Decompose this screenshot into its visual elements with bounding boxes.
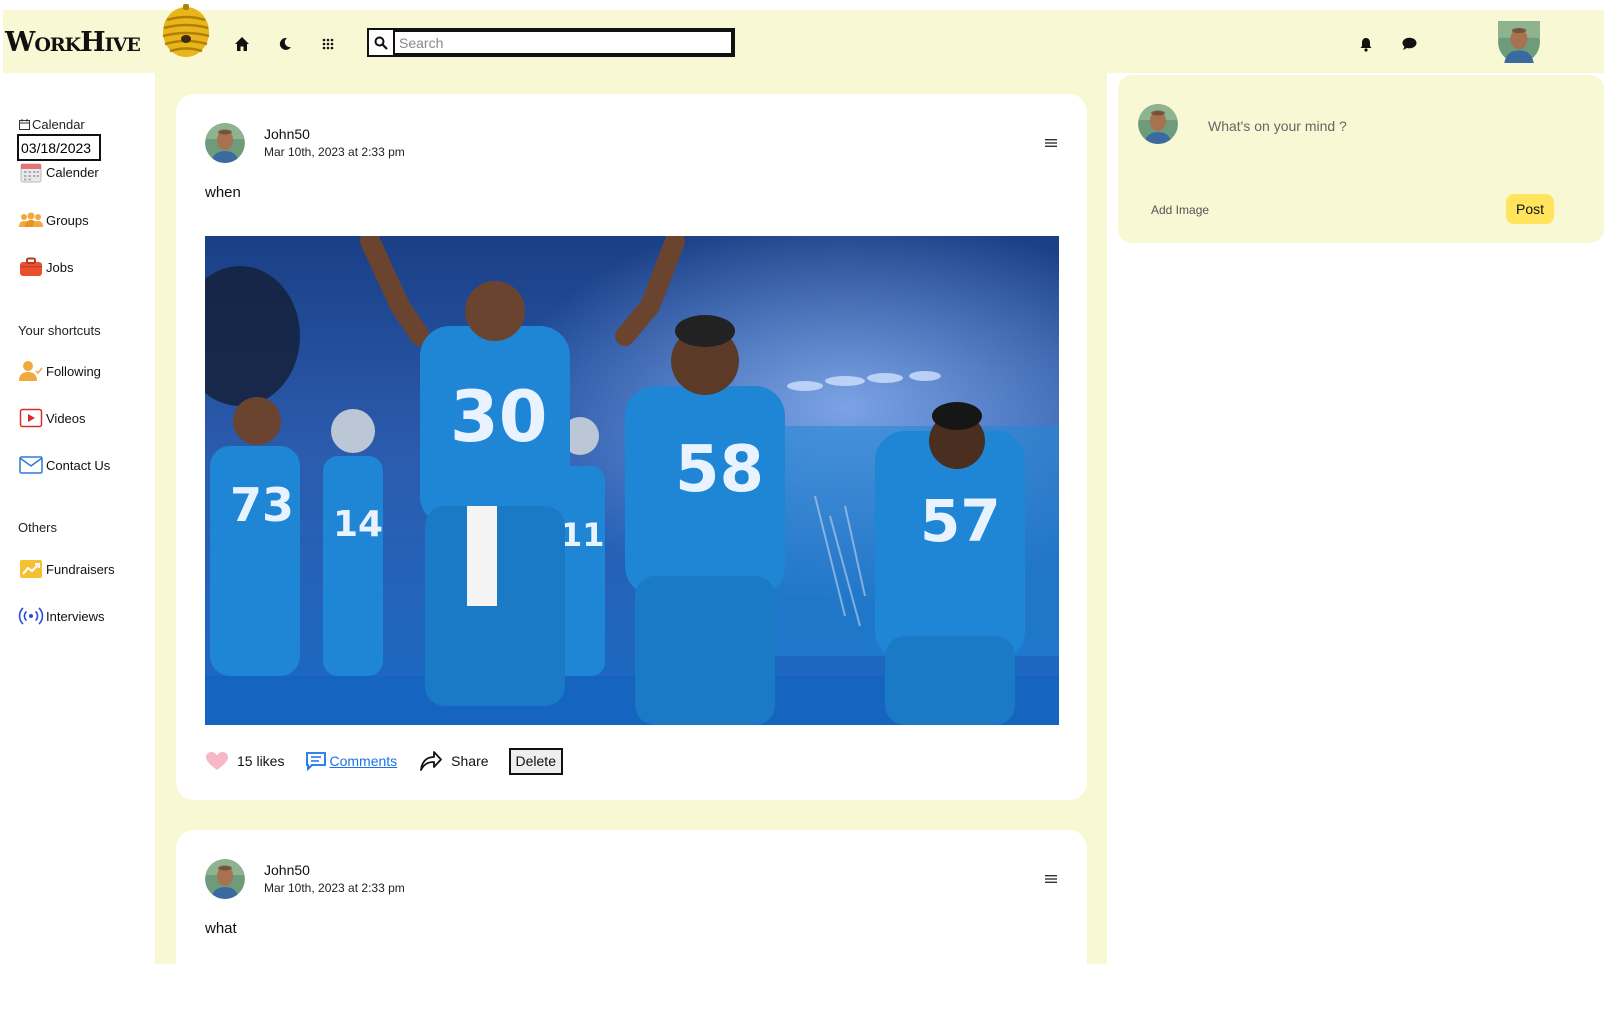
sidebar-item-interviews[interactable]: Interviews (18, 605, 105, 627)
post-text: what (205, 920, 237, 937)
post-author-name[interactable]: John50 (264, 862, 310, 878)
jersey-number-11: 11 (560, 516, 605, 554)
trend-icon (18, 558, 44, 580)
shortcuts-heading: Your shortcuts (18, 323, 101, 338)
post-card: John50 Mar 10th, 2023 at 2:33 pm when 73… (176, 94, 1087, 800)
sidebar-item-label: Following (46, 363, 101, 379)
calendar-label-text: Calendar (32, 117, 85, 132)
sidebar-item-groups[interactable]: Groups (18, 209, 89, 231)
sidebar-item-label: Interviews (46, 608, 105, 624)
small-calendar-icon (19, 119, 30, 130)
groups-icon (18, 209, 44, 231)
jersey-number-14: 14 (333, 504, 383, 545)
briefcase-icon (18, 256, 44, 278)
share-arrow-icon (420, 751, 443, 771)
notifications-bell-icon[interactable] (1356, 34, 1376, 54)
others-heading: Others (18, 520, 58, 535)
football-team-photo: 73 14 11 30 58 57 (205, 236, 1059, 725)
profile-avatar[interactable] (1498, 21, 1540, 63)
add-image-button[interactable]: Add Image (1151, 203, 1209, 217)
comment-icon (306, 752, 327, 771)
date-field[interactable] (17, 134, 101, 161)
post-actions-bar: 15 likes Comments Share Delete (205, 746, 563, 776)
comments-label: Comments (329, 753, 398, 769)
post-author-avatar[interactable] (205, 123, 245, 163)
whats-on-your-mind-input[interactable] (1206, 113, 1570, 139)
sidebar-item-label: Contact Us (46, 457, 111, 473)
sidebar-item-label: Groups (46, 212, 89, 228)
post-image[interactable]: 73 14 11 30 58 57 (205, 236, 1059, 725)
search-input[interactable] (393, 30, 733, 55)
share-label: Share (451, 753, 489, 769)
likes-count: 15 likes (237, 753, 285, 769)
calendar-label: Calendar (19, 117, 85, 132)
composer-avatar (1138, 104, 1178, 144)
beehive-icon (162, 4, 210, 57)
home-icon[interactable] (232, 34, 252, 54)
top-navigation-bar: WorkHive (3, 4, 1604, 73)
jersey-number-58: 58 (675, 433, 764, 507)
search-icon[interactable] (369, 30, 393, 55)
sidebar-item-label: Jobs (46, 259, 74, 275)
heart-icon (206, 752, 228, 770)
post-menu-icon[interactable] (1044, 872, 1058, 886)
app-logo[interactable]: WorkHive (5, 22, 141, 62)
post-timestamp: Mar 10th, 2023 at 2:33 pm (264, 145, 405, 159)
sidebar-item-contact-us[interactable]: Contact Us (18, 454, 110, 476)
sidebar-item-calender[interactable]: Calender (18, 161, 99, 183)
post-author-name[interactable]: John50 (264, 126, 310, 142)
jersey-number-73: 73 (230, 478, 294, 532)
post-composer: Add Image Post (1118, 75, 1604, 243)
dark-mode-icon[interactable] (275, 34, 295, 54)
sidebar-item-fundraisers[interactable]: Fundraisers (18, 558, 115, 580)
following-icon (18, 360, 44, 382)
sidebar-item-following[interactable]: Following (18, 360, 101, 382)
post-text: when (205, 184, 241, 201)
jersey-number-57: 57 (920, 487, 1001, 555)
post-menu-icon[interactable] (1044, 136, 1058, 150)
apps-grid-icon[interactable] (318, 34, 338, 54)
feed-column: John50 Mar 10th, 2023 at 2:33 pm when 73… (155, 73, 1107, 1030)
comments-link[interactable]: Comments (305, 751, 397, 771)
messages-chat-icon[interactable] (1399, 34, 1419, 54)
calendar-icon (18, 161, 44, 183)
post-author-avatar[interactable] (205, 859, 245, 899)
app-logo-text: WorkHive (5, 26, 141, 58)
delete-post-button[interactable]: Delete (508, 747, 563, 775)
share-button[interactable]: Share (419, 750, 489, 772)
broadcast-icon (18, 605, 44, 627)
sidebar-item-label: Calender (46, 164, 99, 180)
post-button[interactable]: Post (1506, 194, 1554, 224)
sidebar-item-videos[interactable]: Videos (18, 407, 86, 429)
post-card: John50 Mar 10th, 2023 at 2:33 pm what (176, 830, 1087, 1030)
like-button[interactable]: 15 likes (205, 751, 284, 771)
search-bar (367, 28, 735, 57)
jersey-number-30: 30 (450, 376, 547, 458)
sidebar-item-label: Videos (46, 410, 86, 426)
video-icon (18, 407, 44, 429)
post-timestamp: Mar 10th, 2023 at 2:33 pm (264, 881, 405, 895)
mail-icon (18, 454, 44, 476)
sidebar-item-label: Fundraisers (46, 561, 115, 577)
sidebar-item-jobs[interactable]: Jobs (18, 256, 73, 278)
